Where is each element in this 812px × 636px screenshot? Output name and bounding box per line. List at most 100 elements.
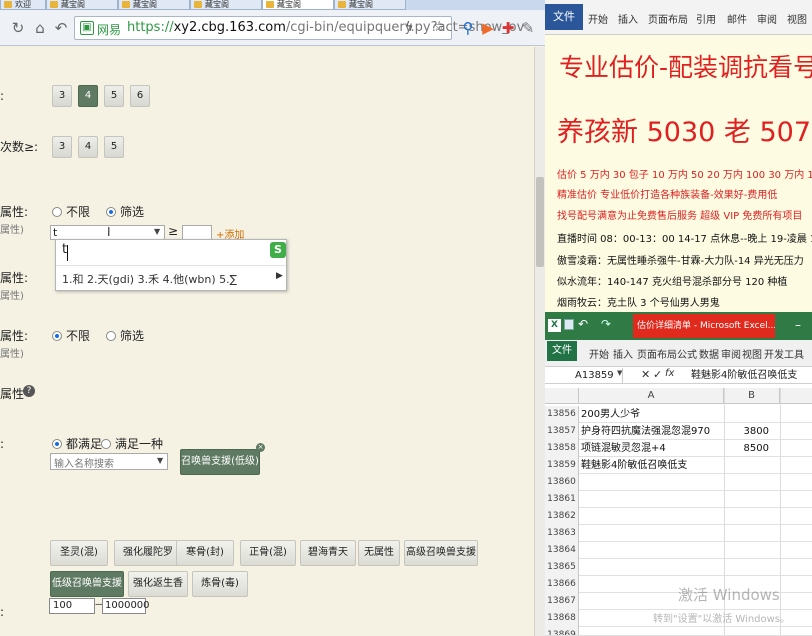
select-all-corner[interactable] [545,388,579,403]
skill-tag-button[interactable]: 强化返生香 [128,571,188,597]
ribbon-tab[interactable]: 开发工具 [764,346,804,361]
table-row[interactable]: 13862 [545,508,812,525]
level-option-button[interactable]: 6 [130,85,150,107]
ribbon-tab[interactable]: 开始 [589,346,609,361]
level-option-button[interactable]: 3 [52,85,72,107]
row-number[interactable]: 13867 [545,593,579,610]
ribbon-tab[interactable]: 插入 [618,11,638,26]
gesture-icon[interactable]: ⚲ [458,18,478,38]
ribbon-tab[interactable]: 开始 [588,11,608,26]
level-option-button-selected[interactable]: 4 [78,85,98,107]
skill-search-select[interactable]: 输入名称搜索 ▼ [50,453,168,470]
table-row[interactable]: 13860 [545,474,812,491]
cell-a[interactable]: 鞋魅影4阶敏低召唤低支 [581,458,687,473]
page-scrollbar[interactable] [534,47,545,636]
scrollbar-thumb[interactable] [536,177,544,267]
formula-input[interactable]: 鞋魅影4阶敏低召唤低支 [685,368,812,383]
save-icon[interactable] [564,319,574,330]
extension-icon[interactable]: ▶ [478,18,498,38]
skill-tag-button[interactable]: 强化履陀罗 [114,540,182,566]
row-number[interactable]: 13863 [545,525,579,542]
price-max-input[interactable]: 1000000 [102,598,150,614]
radio-any[interactable]: 满足一种 [101,435,163,452]
level-option-button[interactable]: 5 [104,85,124,107]
game-icon[interactable]: ✚ [498,18,518,38]
row-number[interactable]: 13858 [545,440,579,457]
reload-icon[interactable]: ↻ [8,18,28,38]
minimize-icon[interactable]: – [795,318,801,332]
ribbon-tab[interactable]: 视图 [787,11,807,26]
ribbon-tab[interactable]: 插入 [613,346,633,361]
browser-tab[interactable]: 藏宝阁 [46,0,118,10]
redo-icon[interactable]: ↷ [601,317,611,331]
confirm-icon[interactable]: ✓ [653,368,662,381]
row-number[interactable]: 13864 [545,542,579,559]
browser-tab-active[interactable]: 藏宝阁 [262,0,334,10]
skill-tag-button[interactable]: 炼骨(毒) [192,571,248,597]
table-row[interactable]: 13865 [545,559,812,576]
ribbon-tab-file[interactable]: 文件 [545,4,583,30]
table-row[interactable]: 13858 项链混敏灵忽混+4 8500 [545,440,812,457]
ribbon-tab[interactable]: 页面布局 [637,346,677,361]
radio-filter[interactable]: 筛选 [106,327,144,344]
column-header-b[interactable]: B [724,388,780,403]
browser-tab[interactable]: 欢迎 [0,0,46,10]
ime-candidate-list[interactable]: 1.和 2.天(gdi) 3.禾 4.他(wbn) 5.∑ [62,271,237,287]
skill-tag-button[interactable]: 正骨(混) [240,540,296,566]
price-min-input[interactable]: 100 [49,598,95,614]
cell-a[interactable]: 护身符四抗魔法强混忽混970 [581,424,710,439]
tools-icon[interactable]: ✎ [518,18,538,38]
insert-function-icon[interactable]: fx [665,368,674,379]
help-icon[interactable]: ? [23,385,35,397]
browser-tab[interactable]: 藏宝阁 [118,0,190,10]
row-number[interactable]: 13860 [545,474,579,491]
table-row[interactable]: 13859 鞋魅影4阶敏低召唤低支 [545,457,812,474]
radio-all[interactable]: 都满足 [52,435,102,452]
undo-icon[interactable]: ↶ [578,317,588,331]
table-row[interactable]: 13864 [545,542,812,559]
table-row[interactable]: 13869 [545,627,812,636]
skill-tag-button[interactable]: 碧海青天 [300,540,356,566]
count-option-button[interactable]: 5 [104,136,124,158]
ribbon-tab[interactable]: 审阅 [721,346,741,361]
row-number[interactable]: 13865 [545,559,579,576]
row-number[interactable]: 13857 [545,423,579,440]
skill-tag-button[interactable]: 高级召唤兽支援 [404,540,478,566]
row-number[interactable]: 13866 [545,576,579,593]
attribute-select[interactable]: t I ▼ [50,225,165,240]
name-box[interactable]: A13859 [547,368,623,383]
cancel-icon[interactable]: ✕ [641,368,650,381]
count-option-button[interactable]: 3 [52,136,72,158]
row-number[interactable]: 13868 [545,610,579,627]
skill-tag-button[interactable]: 圣灵(混) [50,540,108,566]
ribbon-tab[interactable]: 引用 [696,11,716,26]
lightning-icon[interactable]: ϟ [405,20,414,35]
ribbon-tab[interactable]: 邮件 [727,11,747,26]
table-row[interactable]: 13857 护身符四抗魔法强混忽混970 3800 [545,423,812,440]
ribbon-tab-file[interactable]: 文件 [547,341,577,361]
ribbon-tab[interactable]: 公式 [677,346,697,361]
remove-tag-icon[interactable]: × [256,443,265,452]
column-header-a[interactable]: A [579,388,724,403]
row-number[interactable]: 13856 [545,406,579,423]
ribbon-tab[interactable]: 数据 [699,346,719,361]
ribbon-tab[interactable]: 页面布局 [648,11,688,26]
cell-b[interactable]: 3800 [725,424,769,439]
table-row[interactable]: 13863 [545,525,812,542]
radio-filter[interactable]: 筛选 [106,203,144,220]
address-bar[interactable]: ▣ 网易 https://xy2.cbg.163.com/cgi-bin/equ… [74,16,524,40]
home-icon[interactable]: ⌂ [30,18,50,38]
cell-a[interactable]: 200男人少爷 [581,407,640,422]
next-page-icon[interactable]: ▶ [276,271,283,281]
chevron-down-icon[interactable]: ▼ [617,369,622,377]
radio-unlimited[interactable]: 不限 [52,203,90,220]
ribbon-tab[interactable]: 视图 [742,346,762,361]
table-row[interactable]: 13861 [545,491,812,508]
browser-tab[interactable]: 藏宝阁 [190,0,262,10]
table-row[interactable]: 13856 200男人少爷 [545,406,812,423]
selected-skill-tag[interactable]: 召唤兽支援(低级) [180,449,260,475]
bookmark-star-icon[interactable]: ☆ [433,19,446,35]
undo-close-icon[interactable]: ↶ [51,18,71,38]
attribute-value-input[interactable] [182,225,212,240]
skill-tag-button-selected[interactable]: 低级召唤兽支援 [50,571,124,597]
